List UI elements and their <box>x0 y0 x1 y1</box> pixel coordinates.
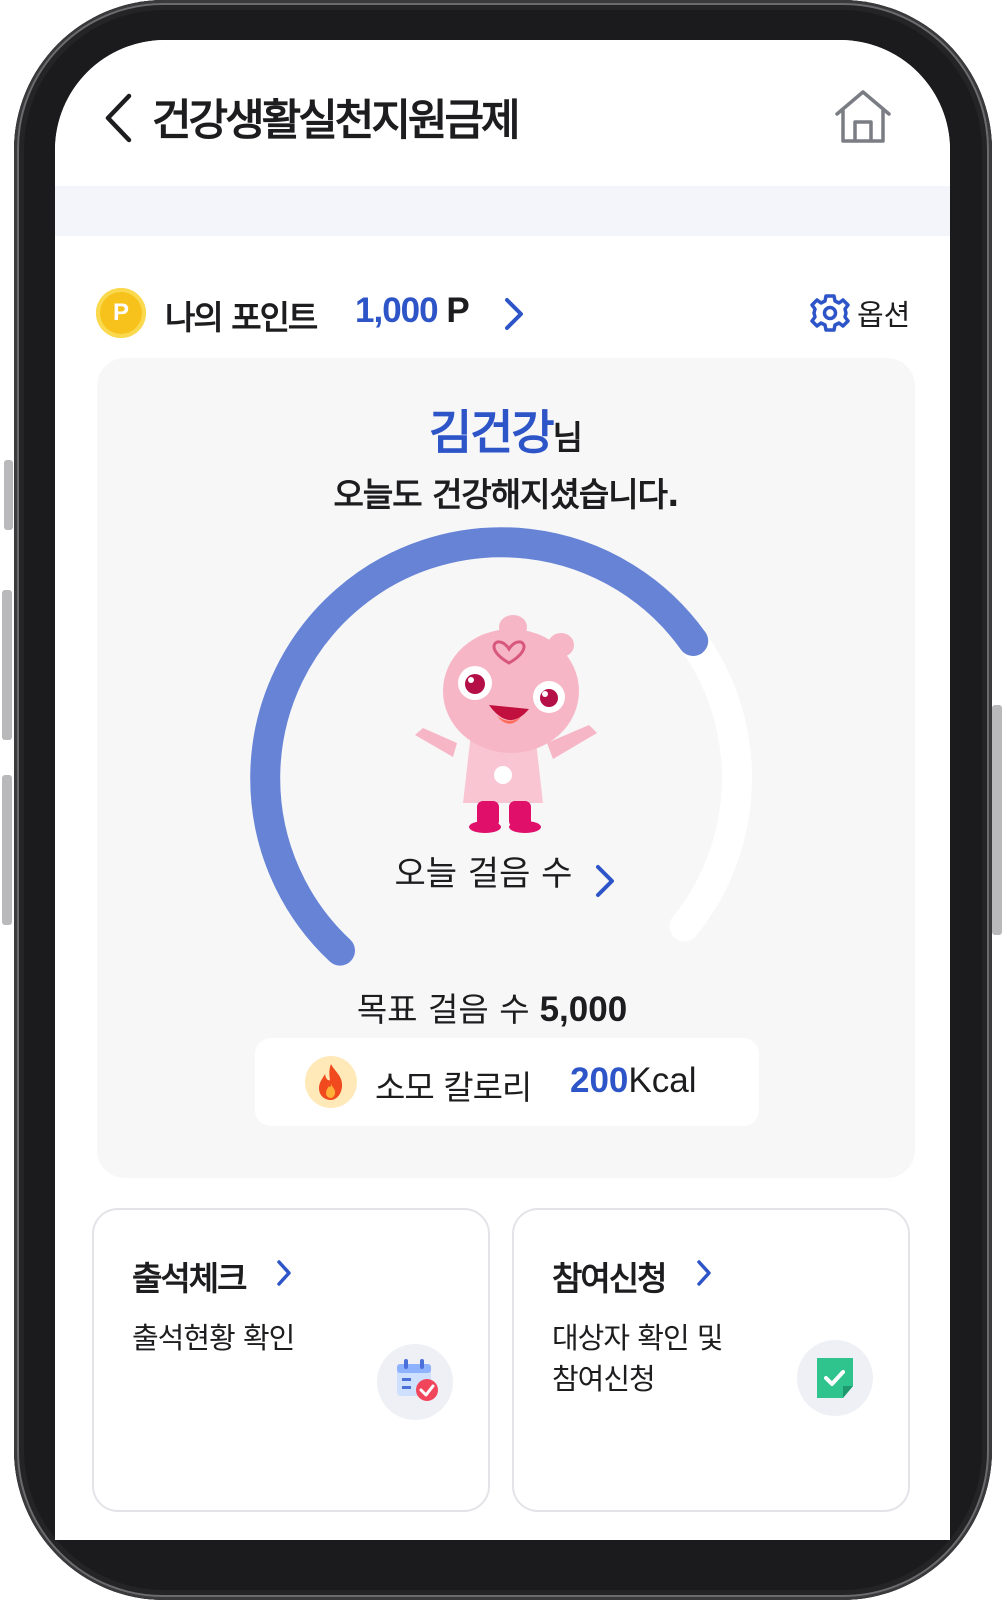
attendance-desc-line: 출석현황 확인 <box>132 1321 295 1355</box>
points-row: P 나의 포인트 1,000 P 옵션 <box>55 286 950 340</box>
attendance-title: 출석체크 <box>132 1259 247 1298</box>
calorie-value: 200 <box>570 1061 629 1100</box>
fire-glyph <box>319 1064 343 1100</box>
phone-side-button <box>992 705 1002 935</box>
points-unit: P <box>446 291 469 330</box>
attendance-check-card[interactable]: 출석체크 출석현황 확인 <box>92 1208 490 1512</box>
calorie-box: 소모 칼로리 200Kcal <box>255 1038 759 1126</box>
chevron-right-icon <box>505 298 523 330</box>
fire-icon <box>305 1056 357 1108</box>
phone-side-button <box>2 590 12 740</box>
points-label: 나의 포인트 <box>165 298 318 337</box>
home-button[interactable] <box>831 86 895 146</box>
goal-steps-label: 목표 걸음 수 <box>356 990 530 1029</box>
summary-card: 김건강님 오늘도 건강해지셨습니다. 오늘 걸음 수 목표 걸음 수 5,000… <box>97 358 915 1178</box>
chevron-right-icon <box>697 1260 711 1286</box>
participation-desc-line1: 대상자 확인 및 <box>552 1321 724 1355</box>
participation-apply-card[interactable]: 참여신청 대상자 확인 및 참여신청 <box>512 1208 910 1512</box>
participation-title: 참여신청 <box>552 1259 667 1298</box>
option-button[interactable]: 옵션 <box>810 291 920 335</box>
app-header: 건강생활실천지원금제 <box>55 40 950 186</box>
back-icon <box>105 93 132 143</box>
participation-desc: 대상자 확인 및 참여신청 <box>552 1318 724 1400</box>
today-steps-label: 오늘 걸음 수 <box>394 854 573 894</box>
attendance-desc: 출석현황 확인 <box>132 1318 295 1359</box>
points-value: 1,000 <box>355 291 439 330</box>
goal-steps-value: 5,000 <box>539 990 628 1029</box>
phone-side-button <box>2 775 12 925</box>
back-button[interactable] <box>95 88 145 148</box>
goal-steps-row: 목표 걸음 수 5,000 <box>97 983 887 1031</box>
mascot-illustration <box>415 615 597 833</box>
document-check-glyph <box>817 1358 853 1398</box>
points-detail-button[interactable] <box>501 296 527 332</box>
chevron-right-icon <box>277 1260 291 1286</box>
app-screen: 건강생활실천지원금제 P 나의 포인트 1,000 P 옵션 김건강님 오늘도 … <box>55 40 950 1540</box>
point-coin-icon: P <box>96 288 146 338</box>
points-value-link[interactable]: 1,000 P <box>355 291 470 331</box>
document-check-icon <box>797 1340 873 1416</box>
chevron-right-icon <box>595 864 614 897</box>
calendar-check-glyph <box>397 1359 438 1401</box>
phone-side-button <box>4 460 13 530</box>
today-steps-link[interactable]: 오늘 걸음 수 <box>97 846 915 899</box>
option-label: 옵션 <box>857 298 911 332</box>
calorie-label: 소모 칼로리 <box>375 1068 532 1107</box>
calorie-value-group: 200Kcal <box>570 1061 697 1101</box>
calorie-unit: Kcal <box>628 1061 697 1100</box>
participation-desc-line2: 참여신청 <box>552 1362 656 1396</box>
header-divider-band <box>55 186 950 236</box>
page-title: 건강생활실천지원금제 <box>152 96 521 146</box>
gear-icon <box>810 294 850 332</box>
home-icon <box>835 90 891 143</box>
calendar-check-icon <box>377 1344 453 1420</box>
